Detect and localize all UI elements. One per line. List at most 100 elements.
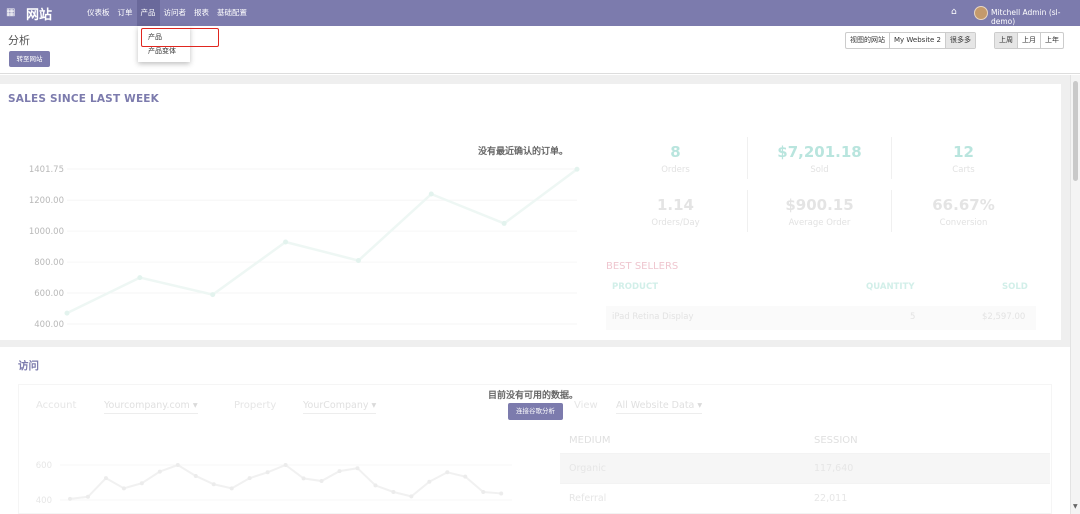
table-row[interactable]: iPad Retina Display 5 $2,597.00 xyxy=(606,306,1036,330)
data-point xyxy=(373,483,378,488)
stat-value: 1.14 xyxy=(656,196,694,214)
stat-value: 66.67% xyxy=(932,196,995,214)
stat-label: Carts xyxy=(952,165,975,175)
cell-session: 22,011 xyxy=(814,493,848,504)
home-icon[interactable]: ⌂ xyxy=(951,7,957,17)
dropdown-item-variants[interactable]: 产品变体 xyxy=(148,46,176,56)
cell-sold: $2,597.00 xyxy=(982,312,1026,322)
account-select[interactable]: Yourcompany.com xyxy=(104,400,198,414)
cell-quantity: 5 xyxy=(910,312,916,322)
property-select[interactable]: YourCompany xyxy=(303,400,377,414)
table-row[interactable]: Organic 117,640 xyxy=(560,454,1050,484)
menu-products[interactable]: 产品 xyxy=(136,0,160,26)
column-session: SESSION xyxy=(814,435,858,446)
stat-sold: $7,201.18 Sold xyxy=(748,143,891,175)
stat-value: $900.15 xyxy=(785,196,854,214)
column-sold: SOLD xyxy=(1002,282,1028,292)
menu-configuration[interactable]: 基础配置 xyxy=(213,0,251,26)
property-label: Property xyxy=(234,400,277,411)
view-label: View xyxy=(574,400,598,411)
website-filter-website2[interactable]: My Website 2 xyxy=(890,33,946,48)
menu-dashboard[interactable]: 仪表板 xyxy=(83,0,114,26)
website-filter: 视图的网站 My Website 2 很多多 xyxy=(845,32,976,49)
stat-label: Orders/Day xyxy=(651,218,700,228)
data-point xyxy=(409,494,414,499)
best-sellers-table: PRODUCT QUANTITY SOLD iPad Retina Displa… xyxy=(606,280,1036,330)
data-point xyxy=(481,489,486,494)
website-filter-selected[interactable]: 很多多 xyxy=(946,33,975,48)
data-point xyxy=(157,469,162,474)
main-menu: 仪表板 订单 产品 访问者 报表 基础配置 xyxy=(83,0,251,26)
scrollbar-thumb[interactable] xyxy=(1073,81,1078,181)
stat-label: Conversion xyxy=(939,218,988,228)
page-title: 分析 xyxy=(8,34,30,47)
avatar[interactable] xyxy=(974,6,988,20)
data-point xyxy=(103,476,108,481)
menu-orders[interactable]: 订单 xyxy=(114,0,137,26)
column-quantity: QUANTITY xyxy=(866,282,915,292)
best-sellers-title: BEST SELLERS xyxy=(606,261,679,272)
data-point xyxy=(427,479,432,484)
sales-no-data-message: 没有最近确认的订单。 xyxy=(478,147,569,157)
go-to-website-button[interactable]: 转至网站 xyxy=(9,51,50,67)
apps-grid-icon[interactable]: ▦ xyxy=(6,7,15,18)
app-brand[interactable]: 网站 xyxy=(26,4,52,23)
data-point xyxy=(121,486,126,491)
menu-visitors[interactable]: 访问者 xyxy=(160,0,191,26)
column-medium: MEDIUM xyxy=(569,435,611,446)
scrollbar[interactable]: ▼ xyxy=(1070,75,1080,514)
y-tick-label: 1000.00 xyxy=(29,227,64,237)
data-point xyxy=(139,481,144,486)
period-last-week[interactable]: 上周 xyxy=(995,33,1018,48)
series-line xyxy=(69,463,502,500)
link-google-analytics-button[interactable]: 连接谷歌分析 xyxy=(508,403,563,420)
menu-reporting[interactable]: 报表 xyxy=(190,0,213,26)
data-point xyxy=(283,239,289,245)
period-last-month[interactable]: 上月 xyxy=(1018,33,1041,48)
y-tick-label: 800.00 xyxy=(34,258,64,268)
data-point xyxy=(175,463,180,467)
data-point xyxy=(355,466,360,471)
cell-product: iPad Retina Display xyxy=(612,312,694,322)
website-filter-all[interactable]: 视图的网站 xyxy=(846,33,890,48)
y-tick-label: 1200.00 xyxy=(29,196,64,206)
table-header: PRODUCT QUANTITY SOLD xyxy=(606,280,1036,296)
data-point xyxy=(229,486,234,491)
stat-value: $7,201.18 xyxy=(777,143,862,161)
sales-panel: SALES SINCE LAST WEEK 1401.75 1200.00 1000… xyxy=(0,84,1061,340)
visits-line-chart: 600 400 xyxy=(36,461,512,506)
cell-medium: Referral xyxy=(569,493,607,504)
data-point xyxy=(499,491,504,496)
account-label: Account xyxy=(36,400,77,411)
stat-label: Average Order xyxy=(788,218,851,228)
highlight-box xyxy=(141,28,219,47)
stat-carts: 12 Carts xyxy=(892,143,1035,175)
stat-average-order: $900.15 Average Order xyxy=(748,196,891,228)
period-last-year[interactable]: 上年 xyxy=(1041,33,1063,48)
series-line xyxy=(66,168,578,315)
y-tick-label: 1401.75 xyxy=(29,165,64,175)
data-point xyxy=(574,166,580,172)
y-tick-label: 600.00 xyxy=(34,289,64,299)
period-filter: 上周 上月 上年 xyxy=(994,32,1064,49)
data-point xyxy=(337,469,342,474)
stat-orders: 8 Orders xyxy=(604,143,747,175)
column-product: PRODUCT xyxy=(612,282,658,292)
data-point xyxy=(428,191,434,197)
table-row[interactable]: Referral 22,011 xyxy=(560,484,1050,514)
top-navbar: ▦ 网站 仪表板 订单 产品 访问者 报表 基础配置 ⌂ Mitchell Ad… xyxy=(0,0,1080,26)
data-point xyxy=(193,473,198,478)
stat-orders-per-day: 1.14 Orders/Day xyxy=(604,196,747,228)
y-tick-label: 400 xyxy=(36,496,52,506)
data-point xyxy=(283,463,288,467)
scroll-down-arrow-icon[interactable]: ▼ xyxy=(1073,503,1078,510)
visits-no-data-message: 目前没有可用的数据。 xyxy=(488,391,579,401)
data-point xyxy=(445,470,450,475)
data-point xyxy=(391,489,396,494)
stat-value: 12 xyxy=(953,143,974,161)
table-header: MEDIUM SESSION xyxy=(560,426,1050,454)
stat-label: Sold xyxy=(810,165,829,175)
user-name[interactable]: Mitchell Admin (sl-demo) xyxy=(991,8,1080,26)
view-select[interactable]: All Website Data xyxy=(616,400,703,414)
stat-value: 8 xyxy=(670,143,681,161)
